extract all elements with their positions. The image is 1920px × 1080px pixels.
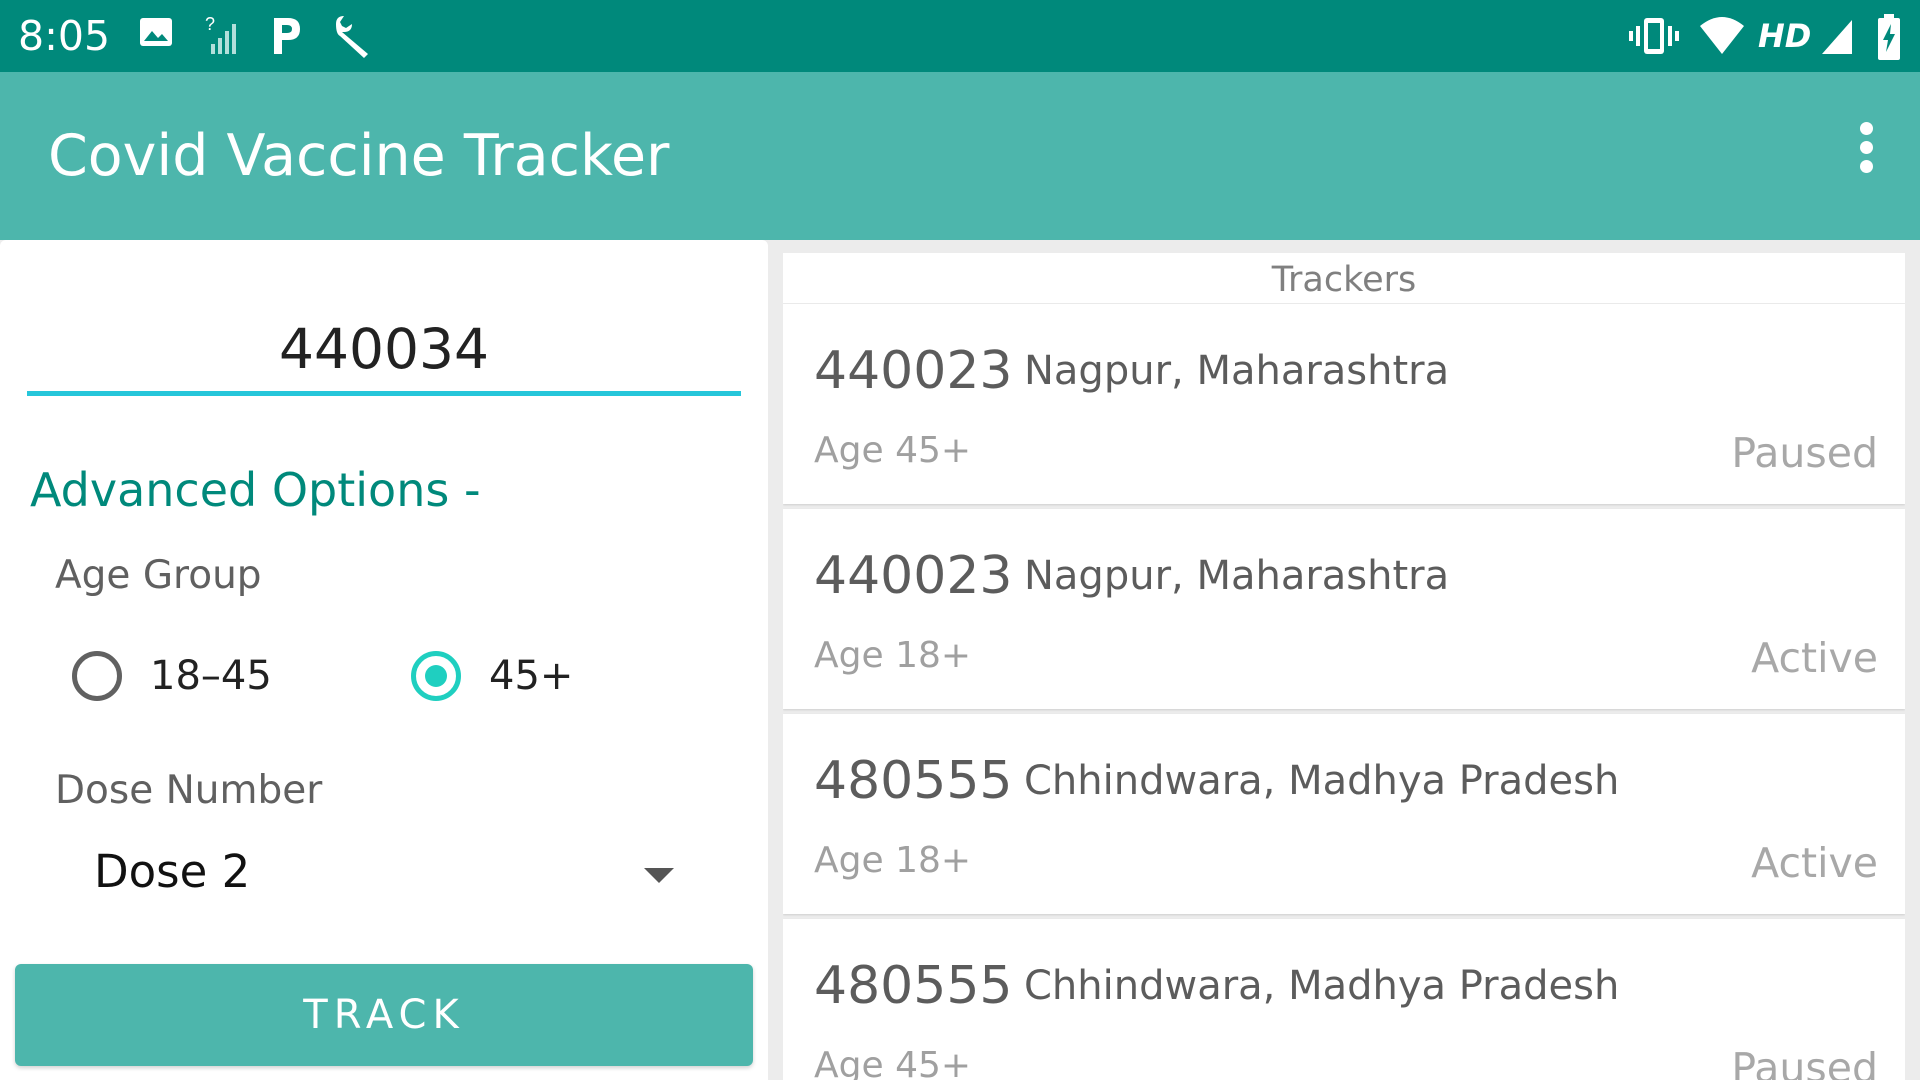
tracker-pincode: 480555 xyxy=(814,956,1013,1016)
tracker-location: Nagpur, Maharashtra xyxy=(1024,348,1450,394)
age-radio-45-plus[interactable]: 45+ xyxy=(411,644,573,708)
age-radio-18-45[interactable]: 18–45 xyxy=(72,644,272,708)
tracker-status: Paused xyxy=(1731,1044,1878,1080)
wrench-icon xyxy=(330,14,374,58)
tracker-age: Age 45+ xyxy=(814,1045,972,1080)
age-group-label: Age Group xyxy=(55,553,262,598)
app-bar: Covid Vaccine Tracker xyxy=(0,72,1920,240)
more-vert-icon[interactable] xyxy=(1850,122,1882,186)
tracker-form: Advanced Options - Age Group 18–45 45+ D… xyxy=(0,240,768,1080)
dose-number-label: Dose Number xyxy=(55,768,323,813)
tracker-pincode: 440023 xyxy=(814,546,1013,606)
app-title: Covid Vaccine Tracker xyxy=(48,123,670,189)
parking-icon xyxy=(270,14,304,58)
svg-text:?: ? xyxy=(205,14,215,34)
tracker-status: Active xyxy=(1751,634,1878,682)
dose-selected-value: Dose 2 xyxy=(94,845,251,898)
wifi-icon xyxy=(1698,14,1746,58)
cell-signal-icon xyxy=(1820,14,1856,58)
tracker-age: Age 18+ xyxy=(814,635,972,676)
tracker-status: Paused xyxy=(1731,429,1878,477)
tracker-card[interactable]: 480555 Chhindwara, Madhya Pradesh Age 45… xyxy=(783,919,1905,1080)
age-option-label: 45+ xyxy=(489,653,574,699)
radio-checked-icon xyxy=(411,651,461,701)
track-button[interactable]: TRACK xyxy=(15,964,753,1066)
hd-icon: HD xyxy=(1758,17,1812,55)
battery-charging-icon xyxy=(1876,14,1902,60)
dose-select[interactable]: Dose 2 xyxy=(62,834,686,914)
tracker-age: Age 18+ xyxy=(814,840,972,881)
status-bar: 8:05 ? HD xyxy=(0,0,1920,72)
tracker-card[interactable]: 440023 Nagpur, Maharashtra Age 45+ Pause… xyxy=(783,304,1905,504)
trackers-panel: Trackers 440023 Nagpur, Maharashtra Age … xyxy=(783,253,1905,1080)
signal-unknown-icon: ? xyxy=(203,14,241,58)
tracker-age: Age 45+ xyxy=(814,430,972,471)
pincode-input[interactable] xyxy=(27,306,741,396)
trackers-header: Trackers xyxy=(783,253,1905,303)
image-icon xyxy=(138,14,174,58)
tracker-card[interactable]: 440023 Nagpur, Maharashtra Age 18+ Activ… xyxy=(783,509,1905,709)
age-option-label: 18–45 xyxy=(150,653,272,699)
advanced-options-toggle[interactable]: Advanced Options - xyxy=(30,462,481,518)
status-time: 8:05 xyxy=(18,12,111,60)
tracker-location: Chhindwara, Madhya Pradesh xyxy=(1024,963,1620,1009)
tracker-pincode: 480555 xyxy=(814,751,1013,811)
vibrate-icon xyxy=(1628,14,1680,58)
tracker-pincode: 440023 xyxy=(814,341,1013,401)
tracker-card[interactable]: 480555 Chhindwara, Madhya Pradesh Age 18… xyxy=(783,714,1905,914)
tracker-location: Nagpur, Maharashtra xyxy=(1024,553,1450,599)
dropdown-arrow-icon xyxy=(644,868,674,883)
tracker-location: Chhindwara, Madhya Pradesh xyxy=(1024,758,1620,804)
tracker-status: Active xyxy=(1751,839,1878,887)
radio-unchecked-icon xyxy=(72,651,122,701)
